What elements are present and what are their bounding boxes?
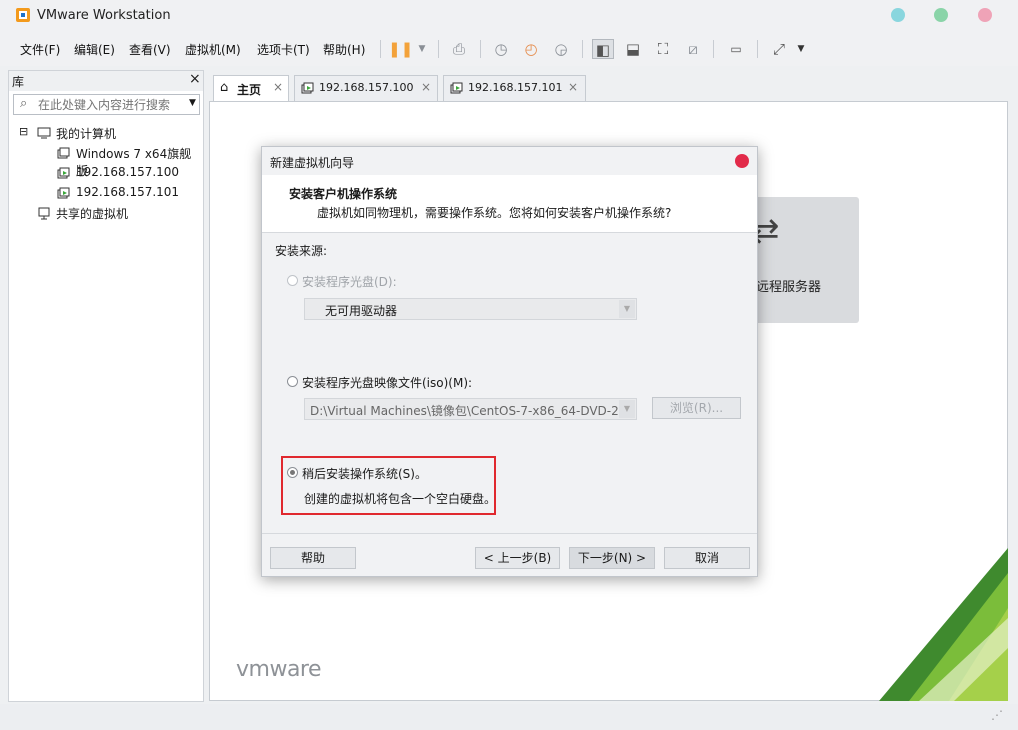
toolbar-separator (380, 40, 381, 58)
dialog-titlebar: 新建虚拟机向导 (262, 147, 757, 175)
window-title: VMware Workstation (37, 8, 171, 23)
connect-remote-server-card[interactable]: ⇄ (751, 197, 859, 323)
vmware-app-icon (16, 8, 30, 22)
pause-dropdown-icon[interactable]: ▼ (411, 39, 433, 59)
dialog-close-button[interactable] (735, 154, 749, 168)
disc-drive-select[interactable]: 无可用驱动器 ▼ (304, 298, 637, 320)
radio-install-iso[interactable] (287, 376, 298, 387)
iso-path-select[interactable]: D:\Virtual Machines\镜像包\CentOS-7-x86_64-… (304, 398, 637, 420)
tab-home[interactable]: ⌂ 主页 × (213, 75, 289, 101)
revert-snapshot-icon[interactable]: ◴ (520, 39, 542, 59)
tab-vm-100[interactable]: 192.168.157.100 × (294, 75, 438, 101)
tab-close-icon[interactable]: × (568, 80, 578, 94)
tab-label: 192.168.157.100 (319, 81, 414, 94)
tab-close-icon[interactable]: × (273, 80, 283, 94)
dialog-header: 安装客户机操作系统 虚拟机如同物理机，需要操作系统。您将如何安装客户机操作系统? (262, 175, 757, 233)
home-icon: ⌂ (220, 80, 229, 95)
library-pane: 库 × ⌕ ▼ ⊟ 我的计算机 Windows 7 x64旗舰版 192.168… (8, 70, 204, 702)
back-button[interactable]: < 上一步(B) (475, 547, 560, 569)
tree-item-vm-100[interactable]: 192.168.157.100 (9, 163, 203, 183)
toolbar-separator (438, 40, 439, 58)
tree-item-label: 192.168.157.100 (76, 165, 180, 179)
new-vm-wizard-dialog: 新建虚拟机向导 安装客户机操作系统 虚拟机如同物理机，需要操作系统。您将如何安装… (261, 146, 758, 577)
full-screen-icon[interactable]: ⛶ (652, 39, 674, 59)
window-titlebar: VMware Workstation (0, 0, 1018, 32)
tree-item-shared-vms[interactable]: 共享的虚拟机 (9, 203, 203, 223)
dialog-heading: 安装客户机操作系统 (289, 187, 398, 201)
thumbnail-bar-icon[interactable]: ⬓ (622, 39, 644, 59)
tab-label: 192.168.157.101 (468, 81, 563, 94)
menu-view[interactable]: 查看(V) (129, 41, 171, 58)
toolbar-separator (713, 40, 714, 58)
toolbar-separator (480, 40, 481, 58)
menu-vm[interactable]: 虚拟机(M) (185, 41, 241, 58)
vmware-logo: vmware (236, 657, 322, 682)
console-icon[interactable]: ▭ (725, 39, 747, 59)
tree-collapse-icon[interactable]: ⊟ (19, 125, 28, 138)
unity-icon[interactable]: ⧄ (682, 39, 704, 59)
radio-install-disc[interactable] (287, 275, 298, 286)
tree-item-label: 共享的虚拟机 (56, 207, 129, 221)
tree-item-vm-101[interactable]: 192.168.157.101 (9, 183, 203, 203)
monitor-icon (37, 127, 51, 139)
toolbar-separator (582, 40, 583, 58)
browse-button[interactable]: 浏览(R)... (652, 397, 741, 419)
pause-icon[interactable]: ❚❚ (388, 39, 413, 59)
tab-label: 主页 (237, 83, 262, 97)
menu-file[interactable]: 文件(F) (20, 41, 60, 58)
snapshot-manager-icon[interactable]: ◶ (550, 39, 572, 59)
search-icon: ⌕ (20, 96, 28, 111)
library-close-icon[interactable]: × (189, 71, 201, 87)
option-disc-label: 安装程序光盘(D): (302, 275, 397, 289)
cancel-button[interactable]: 取消 (664, 547, 750, 569)
vm-running-icon (57, 167, 70, 179)
next-button[interactable]: 下一步(N) > (569, 547, 655, 569)
install-source-label: 安装来源: (275, 244, 328, 258)
tree-item-my-computer[interactable]: ⊟ 我的计算机 (9, 123, 203, 143)
vm-icon (57, 147, 70, 159)
snapshot-icon[interactable]: ◷ (490, 39, 512, 59)
send-keys-icon[interactable]: ⎙ (448, 39, 470, 59)
stretch-dropdown-icon[interactable]: ▼ (790, 39, 812, 59)
iso-path-value: D:\Virtual Machines\镜像包\CentOS-7-x86_64-… (310, 404, 618, 418)
tab-close-icon[interactable]: × (421, 80, 431, 94)
library-view-icon[interactable]: ◧ (592, 39, 614, 59)
option-iso-label: 安装程序光盘映像文件(iso)(M): (302, 376, 473, 390)
tree-item-label: 192.168.157.101 (76, 185, 180, 199)
menu-toolbar: 文件(F) 编辑(E) 查看(V) 虚拟机(M) 选项卡(T) 帮助(H) ❚❚… (0, 32, 1018, 66)
vm-running-icon (301, 82, 314, 94)
footer-divider (262, 533, 757, 534)
vm-running-icon (57, 187, 70, 199)
maximize-button[interactable] (934, 8, 948, 22)
library-title: 库 (12, 75, 25, 89)
help-button[interactable]: 帮助 (270, 547, 356, 569)
tree-item-label: 我的计算机 (56, 127, 117, 141)
menu-tabs[interactable]: 选项卡(T) (257, 41, 310, 58)
library-header: 库 × (9, 71, 203, 91)
stretch-icon[interactable]: ⤢ (768, 39, 790, 59)
disc-drive-value: 无可用驱动器 (325, 304, 398, 318)
shared-vm-icon (38, 207, 50, 220)
tab-vm-101[interactable]: 192.168.157.101 × (443, 75, 586, 101)
toolbar-separator (757, 40, 758, 58)
window-close-button[interactable] (978, 8, 992, 22)
chevron-down-icon: ▼ (619, 400, 635, 418)
remote-server-label: 远程服务器 (756, 280, 822, 295)
green-decoration (879, 548, 1008, 701)
minimize-button[interactable] (891, 8, 905, 22)
chevron-down-icon: ▼ (619, 300, 635, 318)
menu-edit[interactable]: 编辑(E) (74, 41, 115, 58)
dialog-subheading: 虚拟机如同物理机，需要操作系统。您将如何安装客户机操作系统? (317, 206, 672, 220)
dialog-title: 新建虚拟机向导 (270, 156, 355, 170)
vm-running-icon (450, 82, 463, 94)
search-input[interactable] (36, 96, 176, 113)
search-dropdown-icon[interactable]: ▼ (189, 98, 196, 108)
status-bar: ⋰ (0, 704, 1018, 730)
tree-item-windows7[interactable]: Windows 7 x64旗舰版 (9, 143, 203, 178)
resize-grip-icon[interactable]: ⋰ (991, 708, 1003, 722)
highlight-annotation-box (281, 456, 496, 515)
menu-help[interactable]: 帮助(H) (323, 41, 365, 58)
library-search[interactable]: ⌕ ▼ (13, 94, 200, 115)
